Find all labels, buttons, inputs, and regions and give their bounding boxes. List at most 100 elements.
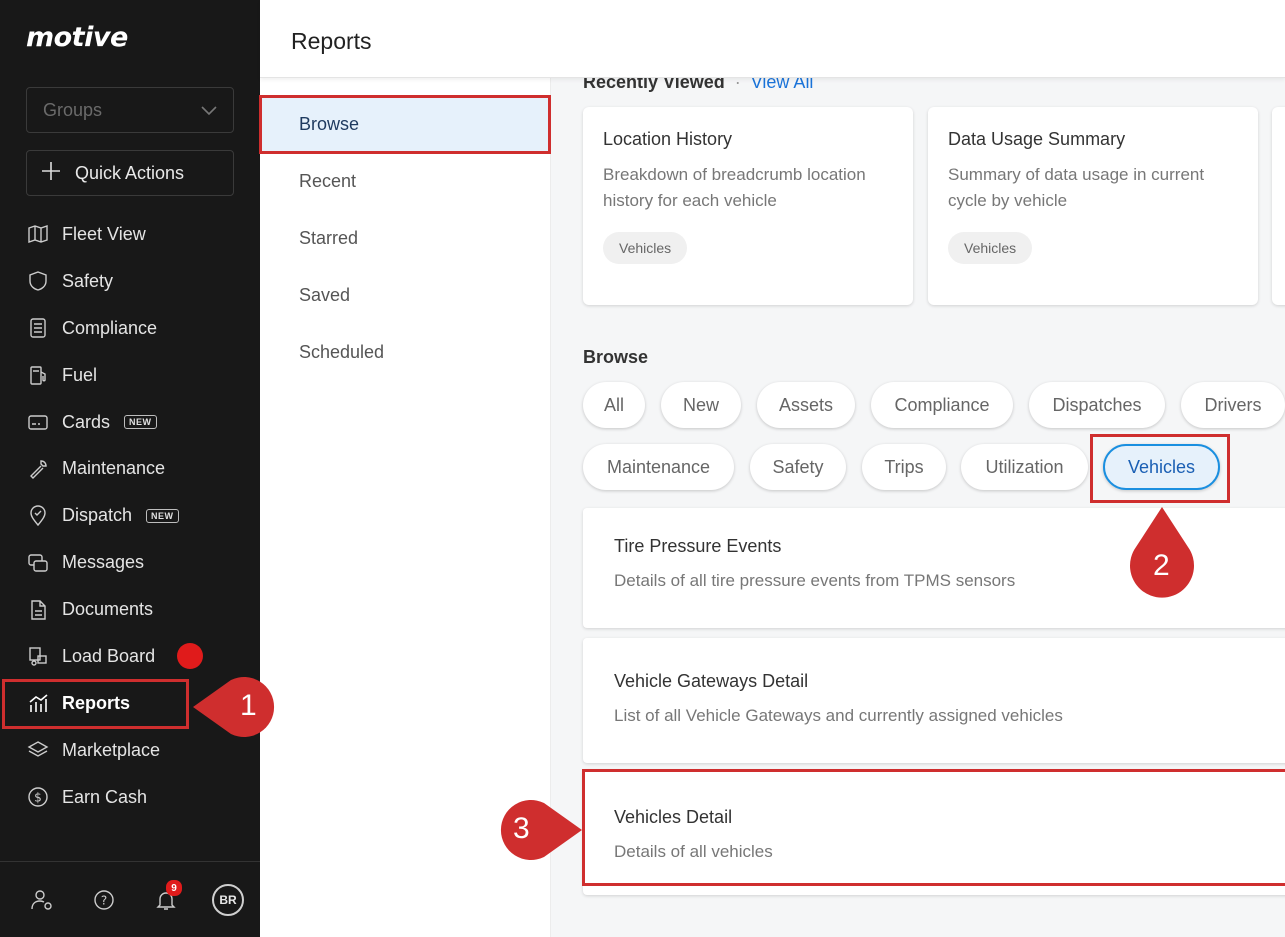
shield-icon [26,269,50,293]
filter-chip-maintenance[interactable]: Maintenance [583,444,734,490]
motive-logo[interactable]: motive [26,22,128,53]
step-number: 1 [240,689,257,722]
sidebar-item-fuel[interactable]: Fuel [0,352,260,399]
sidebar-footer: ? 9 BR [26,880,244,916]
chevron-down-icon [201,100,217,121]
sidebar-item-earn-cash[interactable]: $ Earn Cash [0,774,260,821]
new-badge: NEW [124,415,157,429]
subnav-item-starred[interactable]: Starred [260,210,551,267]
groups-dropdown[interactable]: Groups [26,87,234,133]
quick-actions-label: Quick Actions [75,162,185,183]
groups-placeholder: Groups [43,99,103,120]
sidebar-item-label: Compliance [62,317,158,338]
page-header: Reports [260,0,1285,78]
map-icon [26,222,50,246]
filter-chip-dispatches[interactable]: Dispatches [1029,382,1165,428]
sidebar-item-label: Earn Cash [62,786,148,807]
sidebar-divider [0,861,260,862]
file-icon [26,598,50,622]
filter-chip-utilization[interactable]: Utilization [961,444,1088,490]
sidebar-item-label: Safety [62,270,114,291]
sidebar-item-dispatch[interactable]: Dispatch NEW [0,492,260,539]
view-all-link[interactable]: View All [751,78,814,92]
subnav-item-saved[interactable]: Saved [260,267,551,324]
filter-chip-drivers[interactable]: Drivers [1181,382,1285,428]
recently-viewed-title: Recently Viewed [583,78,725,92]
card-description: Breakdown of breadcrumb location history… [603,165,866,210]
subnav-item-scheduled[interactable]: Scheduled [260,324,551,381]
report-description: List of all Vehicle Gateways and current… [614,706,1063,725]
svg-text:$: $ [34,791,42,805]
svg-text:?: ? [101,894,107,908]
recent-report-card[interactable]: Data Usage Summary Summary of data usage… [928,107,1258,305]
sidebar-item-cards[interactable]: Cards NEW [0,399,260,446]
notification-dot [177,643,204,670]
new-badge: NEW [146,508,179,523]
sidebar-item-label: Marketplace [62,739,161,760]
card-icon [26,410,50,434]
bell-icon[interactable]: 9 [150,880,182,916]
sidebar-item-label: Load Board [62,645,156,666]
avatar[interactable]: BR [212,884,244,916]
filter-chip-assets[interactable]: Assets [757,382,855,428]
filter-chip-safety[interactable]: Safety [750,444,846,490]
sidebar-item-label: Documents [62,599,154,620]
chart-icon [26,691,50,715]
card-title: Location History [603,129,733,149]
card-tag: Vehicles [948,232,1033,264]
step-number: 3 [513,812,530,845]
step-marker-1: 1 [191,676,291,738]
sidebar-item-fleet-view[interactable]: Fleet View [0,211,260,258]
sidebar-item-label: Messages [62,552,145,573]
plus-icon [41,161,61,186]
filter-chip-compliance[interactable]: Compliance [871,382,1013,428]
document-list-icon [26,316,50,340]
report-row[interactable]: Vehicles Detail Details of all vehicles [583,770,1285,895]
step-number: 2 [1153,549,1170,582]
sidebar-item-load-board[interactable]: Load Board [0,633,260,680]
sidebar-item-safety[interactable]: Safety [0,258,260,305]
sidebar-item-label: Reports [62,692,131,713]
marker-shape-icon [500,800,582,860]
report-row[interactable]: Vehicle Gateways Detail List of all Vehi… [583,638,1285,763]
separator-dot: · [734,78,741,92]
report-title: Vehicle Gateways Detail [614,671,809,691]
truck-box-icon [26,644,50,668]
sidebar-item-label: Maintenance [62,458,166,479]
sidebar-item-label: Dispatch [62,505,133,526]
help-icon[interactable]: ? [88,884,120,916]
filter-chip-trips[interactable]: Trips [862,444,946,490]
notification-count-badge: 9 [166,880,182,896]
quick-actions-button[interactable]: Quick Actions [26,150,234,196]
report-title: Vehicles Detail [614,807,733,827]
sidebar: motive Groups Quick Actions Fleet View S… [0,0,260,937]
sidebar-item-label: Fleet View [62,223,146,244]
filter-chip-vehicles[interactable]: Vehicles [1103,444,1220,490]
filter-chip-new[interactable]: New [661,382,741,428]
location-pin-icon [26,504,50,528]
recent-report-card[interactable]: Location History Breakdown of breadcrumb… [583,107,913,305]
recently-viewed-heading: Recently Viewed · View All [583,78,813,93]
sidebar-item-label: Fuel [62,364,98,385]
page-title: Reports [291,28,372,54]
subnav-item-recent[interactable]: Recent [260,153,551,210]
recent-report-card-partial[interactable] [1272,107,1285,305]
step-marker-2: 2 [1128,505,1196,605]
layers-icon [26,738,50,762]
sidebar-item-compliance[interactable]: Compliance [0,305,260,352]
chat-icon [26,551,50,575]
sidebar-item-maintenance[interactable]: Maintenance [0,445,260,492]
dollar-coin-icon: $ [26,785,50,809]
card-tag: Vehicles [603,232,688,264]
user-settings-icon[interactable] [26,884,58,916]
report-description: Details of all vehicles [614,842,773,861]
sidebar-item-label: Cards [62,411,111,432]
sidebar-item-messages[interactable]: Messages [0,539,260,586]
browse-heading: Browse [583,347,649,367]
subnav-item-browse[interactable]: Browse [260,96,551,153]
fuel-pump-icon [26,363,50,387]
sidebar-item-documents[interactable]: Documents [0,586,260,633]
card-title: Data Usage Summary [948,129,1126,149]
filter-chip-all[interactable]: All [583,382,645,428]
step-marker-3: 3 [484,799,584,861]
